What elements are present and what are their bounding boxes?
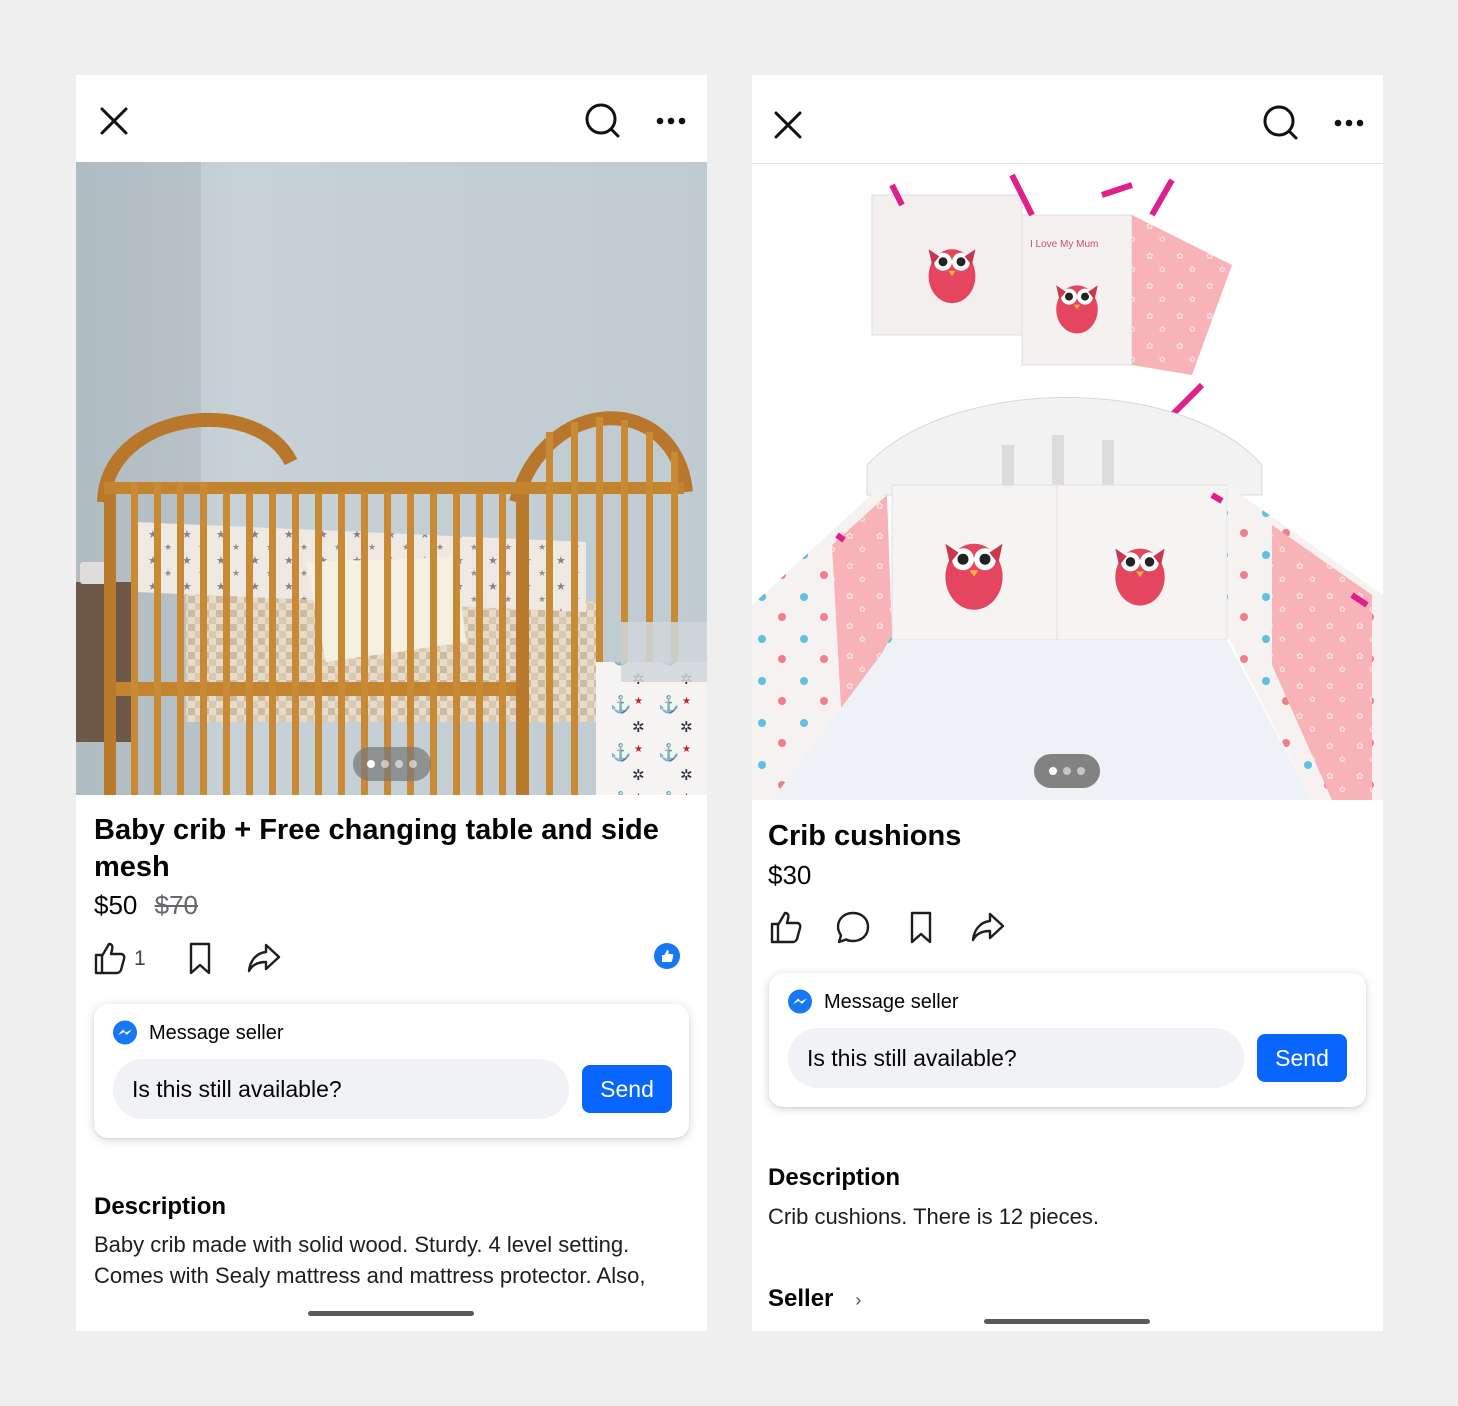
action-row: 1 bbox=[90, 940, 690, 980]
chevron-right-icon: › bbox=[855, 1290, 862, 1310]
message-seller-card: Message seller Send bbox=[769, 973, 1366, 1107]
listing-screen-crib: ★ ★ ⚓ ✲ ★ bbox=[76, 75, 707, 1331]
message-seller-header: Message seller bbox=[112, 1020, 284, 1046]
bookmark-icon[interactable] bbox=[182, 940, 218, 976]
messenger-icon bbox=[113, 1020, 137, 1045]
message-input[interactable] bbox=[788, 1028, 1244, 1088]
current-price: $30 bbox=[768, 860, 812, 890]
message-input[interactable] bbox=[113, 1059, 569, 1119]
send-button[interactable]: Send bbox=[1257, 1034, 1347, 1082]
original-price: $70 bbox=[154, 890, 199, 920]
crib-photo-illustration: ★ ★ ⚓ ✲ ★ bbox=[76, 162, 707, 795]
listing-photo[interactable]: ★ ★ ⚓ ✲ ★ bbox=[76, 162, 707, 795]
seller-section-link[interactable]: Seller › bbox=[768, 1285, 861, 1313]
photo-pager[interactable] bbox=[353, 747, 431, 781]
top-bar bbox=[76, 75, 707, 162]
listing-price: $50 $70 bbox=[94, 890, 198, 921]
message-seller-label: Message seller bbox=[149, 1021, 284, 1044]
message-seller-header: Message seller bbox=[787, 989, 959, 1015]
listing-title: Crib cushions bbox=[768, 820, 962, 852]
close-icon[interactable] bbox=[94, 101, 134, 141]
description-heading: Description bbox=[768, 1164, 901, 1191]
listing-price: $30 bbox=[768, 860, 811, 891]
action-row bbox=[766, 909, 1066, 949]
search-icon[interactable] bbox=[1260, 103, 1300, 143]
description-text: Crib cushions. There is 12 pieces. bbox=[768, 1204, 1099, 1229]
photo-pager[interactable] bbox=[1034, 754, 1100, 788]
home-indicator[interactable] bbox=[984, 1319, 1150, 1324]
seller-label: Seller bbox=[768, 1285, 834, 1312]
share-icon[interactable] bbox=[970, 909, 1006, 945]
comment-icon[interactable] bbox=[835, 909, 871, 945]
close-icon[interactable] bbox=[768, 105, 808, 145]
description-text: Baby crib made with solid wood. Sturdy. … bbox=[94, 1232, 646, 1288]
thumbs-up-icon[interactable] bbox=[92, 940, 128, 976]
message-seller-card: Message seller Send bbox=[94, 1004, 689, 1138]
pager-dot bbox=[1049, 767, 1057, 775]
home-indicator[interactable] bbox=[308, 1311, 474, 1316]
listing-photo[interactable]: ✿ ✿ bbox=[752, 165, 1383, 800]
pager-dot bbox=[1063, 767, 1071, 775]
top-bar bbox=[752, 75, 1383, 164]
description-heading: Description bbox=[94, 1193, 227, 1220]
cushions-photo-illustration: ✿ ✿ bbox=[752, 165, 1383, 800]
cushion-print: I Love My Mum bbox=[1030, 239, 1098, 250]
bookmark-icon[interactable] bbox=[903, 909, 939, 945]
send-button[interactable]: Send bbox=[582, 1065, 672, 1113]
listing-title: Baby crib + Free changing table and side… bbox=[94, 814, 659, 883]
search-icon[interactable] bbox=[582, 101, 622, 141]
like-badge-icon bbox=[654, 943, 680, 969]
pager-dot bbox=[1077, 767, 1085, 775]
more-icon[interactable] bbox=[1329, 103, 1369, 143]
like-count: 1 bbox=[134, 947, 146, 970]
listing-screen-cushions: ✿ ✿ bbox=[752, 75, 1383, 1331]
current-price: $50 bbox=[94, 890, 138, 920]
pager-dot bbox=[395, 760, 403, 768]
pager-dot bbox=[409, 760, 417, 768]
pager-dot bbox=[381, 760, 389, 768]
thumbs-up-icon[interactable] bbox=[768, 909, 804, 945]
message-seller-label: Message seller bbox=[824, 990, 959, 1013]
share-icon[interactable] bbox=[246, 940, 282, 976]
more-icon[interactable] bbox=[651, 101, 691, 141]
pager-dot bbox=[367, 760, 375, 768]
messenger-icon bbox=[788, 989, 812, 1014]
